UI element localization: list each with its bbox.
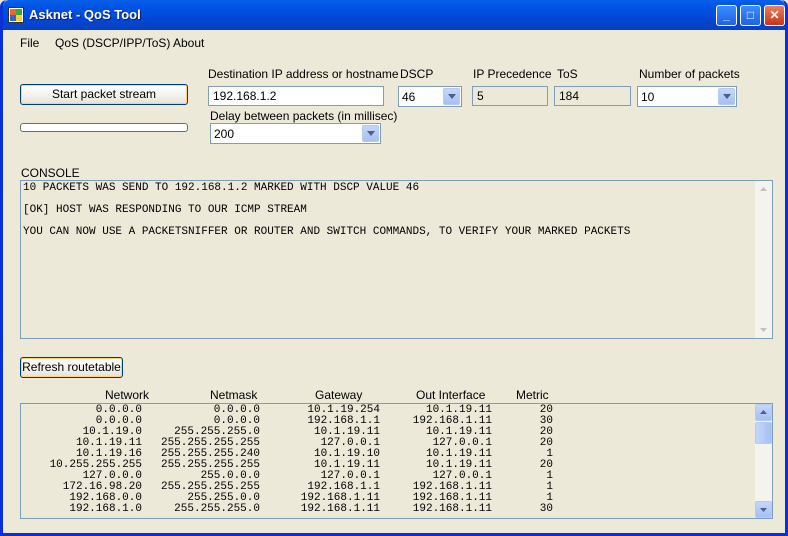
scroll-thumb[interactable] <box>755 422 772 444</box>
delay-value: 200 <box>214 127 235 141</box>
number-of-packets-label: Number of packets <box>639 67 740 81</box>
ip-precedence-label: IP Precedence <box>473 67 552 81</box>
console-output[interactable]: 10 PACKETS WAS SEND TO 192.168.1.2 MARKE… <box>20 180 773 339</box>
menu-qos[interactable]: QoS (DSCP/IPP/ToS) <box>55 36 170 50</box>
menu-about[interactable]: About <box>173 36 204 50</box>
cell-network: 192.168.1.0 <box>69 503 142 515</box>
menu-bar: File QoS (DSCP/IPP/ToS) About <box>3 30 785 55</box>
refresh-routetable-button[interactable]: Refresh routetable <box>20 357 123 378</box>
console-label: CONSOLE <box>21 166 80 180</box>
maximize-button[interactable]: □ <box>740 5 761 26</box>
console-scrollbar[interactable] <box>755 181 772 338</box>
close-button[interactable]: ✕ <box>764 5 785 26</box>
routetable-scrollbar[interactable] <box>755 404 772 518</box>
dscp-value: 46 <box>402 90 416 104</box>
minimize-button[interactable]: _ <box>716 5 737 26</box>
tos-field: 184 <box>554 86 631 106</box>
app-icon <box>8 7 24 23</box>
chevron-down-icon[interactable] <box>443 88 460 105</box>
delay-label: Delay between packets (in millisec) <box>210 109 398 123</box>
routetable-list[interactable]: 0.0.0.0 0.0.0.0 10.1.19.254 10.1.19.11 20 0.0… <box>20 403 773 519</box>
column-header-gateway: Gateway <box>315 388 363 402</box>
cell-netmask: 255.255.255.0 <box>174 503 260 515</box>
console-line: YOU CAN NOW USE A PACKETSNIFFER OR ROUTE… <box>23 226 631 238</box>
console-line: [OK] HOST WAS RESPONDING TO OUR ICMP STR… <box>23 204 307 216</box>
menu-file[interactable]: File <box>20 36 39 50</box>
tos-label: ToS <box>557 67 578 81</box>
column-header-network: Network <box>105 388 150 402</box>
ip-precedence-field: 5 <box>472 86 548 106</box>
number-of-packets-select[interactable]: 10 <box>637 86 737 107</box>
window-title: Asknet - QoS Tool <box>29 7 141 22</box>
delay-select[interactable]: 200 <box>210 123 381 144</box>
start-packet-stream-button[interactable]: Start packet stream <box>20 84 188 105</box>
scroll-down-icon[interactable] <box>755 501 772 518</box>
column-header-metric: Metric <box>516 388 549 402</box>
app-window: Asknet - QoS Tool _ □ ✕ File QoS (DSCP/I… <box>0 0 788 536</box>
cell-metric: 30 <box>539 503 553 515</box>
cell-interface: 192.168.1.11 <box>412 503 492 515</box>
chevron-down-icon[interactable] <box>362 125 379 142</box>
number-of-packets-value: 10 <box>641 90 655 104</box>
dscp-select[interactable]: 46 <box>398 86 462 107</box>
destination-input[interactable]: 192.168.1.2 <box>208 86 384 106</box>
column-header-interface: Out Interface <box>416 388 486 402</box>
progress-bar <box>20 123 188 132</box>
dscp-label: DSCP <box>400 67 434 81</box>
cell-gateway: 192.168.1.11 <box>300 503 380 515</box>
scroll-up-icon[interactable] <box>755 181 772 198</box>
scroll-down-icon[interactable] <box>755 321 772 338</box>
console-line: 10 PACKETS WAS SEND TO 192.168.1.2 MARKE… <box>23 182 420 194</box>
column-header-netmask: Netmask <box>210 388 258 402</box>
table-row[interactable]: 192.168.1.0 255.255.255.0 192.168.1.11 192.… <box>21 504 756 515</box>
destination-label: Destination IP address or hostname <box>208 67 399 81</box>
chevron-down-icon[interactable] <box>718 88 735 105</box>
scroll-up-icon[interactable] <box>755 404 772 421</box>
title-bar[interactable]: Asknet - QoS Tool _ □ ✕ <box>3 0 785 30</box>
